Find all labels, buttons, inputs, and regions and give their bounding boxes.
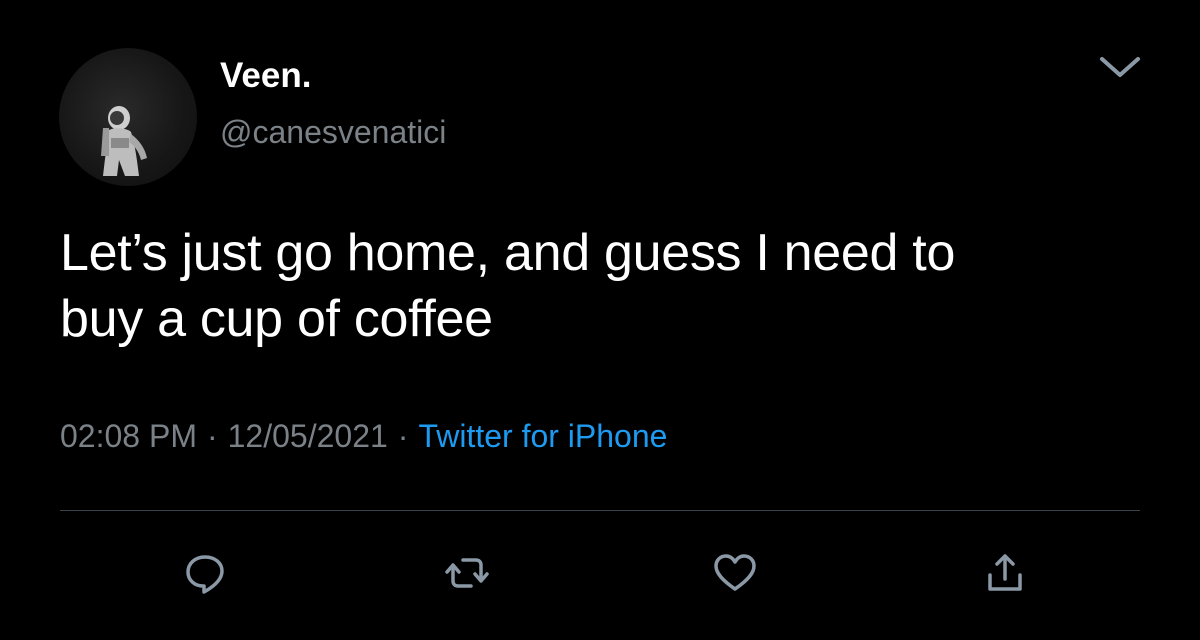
tweet-card: Veen. @canesvenatici Let’s just go home,…: [0, 0, 1200, 640]
reply-button[interactable]: [180, 548, 230, 598]
user-handle[interactable]: @canesvenatici: [220, 112, 446, 152]
speech-bubble-icon: [186, 555, 224, 594]
tweet-text-line: Let’s just go home, and guess I need to: [60, 224, 956, 282]
tweet-meta: 02:08 PM · 12/05/2021 · Twitter for iPhone: [60, 414, 667, 458]
tweet-text-line: buy a cup of coffee: [60, 290, 493, 348]
heart-icon: [714, 554, 756, 591]
retweet-button[interactable]: [442, 548, 492, 598]
like-button[interactable]: [710, 548, 760, 598]
astronaut-avatar-icon: [101, 106, 147, 176]
display-name[interactable]: Veen.: [220, 54, 311, 98]
meta-separator: ·: [206, 418, 218, 454]
chevron-down-icon[interactable]: [1096, 50, 1144, 84]
share-button[interactable]: [980, 548, 1030, 598]
retweet-icon: [445, 558, 489, 588]
avatar[interactable]: [59, 48, 197, 186]
tweet-text: Let’s just go home, and guess I need to …: [60, 220, 1150, 352]
tweet-source-link[interactable]: Twitter for iPhone: [418, 418, 667, 454]
divider: [60, 510, 1140, 511]
tweet-date: 12/05/2021: [227, 418, 388, 454]
share-icon: [988, 554, 1022, 591]
tweet-time: 02:08 PM: [60, 418, 197, 454]
meta-separator: ·: [397, 418, 409, 454]
